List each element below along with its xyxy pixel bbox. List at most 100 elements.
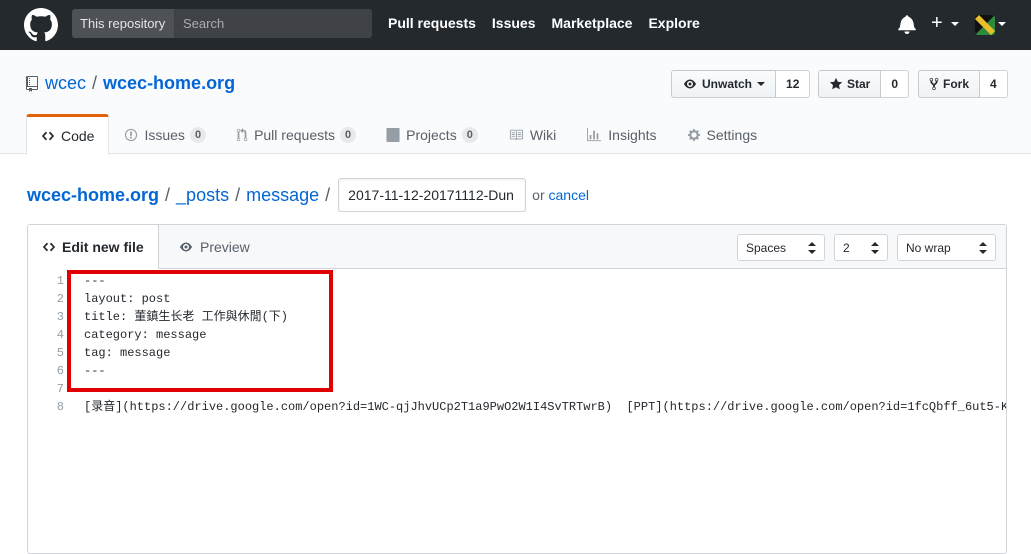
- pull-request-icon: [236, 128, 248, 142]
- star-icon: [829, 77, 843, 90]
- select-arrows-icon: [871, 242, 879, 254]
- breadcrumb-message-link[interactable]: message: [246, 185, 319, 206]
- star-count[interactable]: 0: [881, 70, 910, 98]
- tab-code[interactable]: Code: [26, 114, 110, 155]
- issues-counter: 0: [189, 127, 207, 143]
- nav-issues[interactable]: Issues: [492, 15, 536, 31]
- wrap-mode-select[interactable]: No wrap: [897, 234, 996, 261]
- unwatch-button[interactable]: Unwatch: [671, 70, 777, 98]
- search-scope-label: This repository: [72, 9, 175, 38]
- or-text: or: [532, 187, 545, 203]
- tab-pull-requests-label: Pull requests: [254, 127, 335, 143]
- indent-size-value: 2: [843, 240, 850, 255]
- nav-marketplace[interactable]: Marketplace: [552, 15, 633, 31]
- star-group: Star 0: [818, 70, 910, 98]
- fork-icon: [929, 77, 939, 91]
- indent-mode-value: Spaces: [746, 240, 787, 255]
- code-line: 2 layout: post: [28, 290, 1006, 308]
- tab-edit-new-file[interactable]: Edit new file: [28, 225, 159, 269]
- wrap-mode-value: No wrap: [906, 240, 951, 255]
- tab-issues-label: Issues: [144, 127, 185, 143]
- github-logo-icon[interactable]: [24, 8, 58, 42]
- line-number: 7: [56, 382, 64, 396]
- line-content: ---: [84, 274, 106, 288]
- repo-header: wcec / wcec-home.org Unwatch 12 Star 0 F…: [0, 50, 1031, 155]
- nav-pull-requests[interactable]: Pull requests: [388, 15, 476, 31]
- breadcrumb-separator: /: [165, 184, 171, 205]
- line-number: 6: [56, 364, 64, 378]
- nav-explore[interactable]: Explore: [648, 15, 699, 31]
- create-new-icon[interactable]: +: [931, 11, 943, 35]
- fork-group: Fork 4: [918, 70, 1008, 98]
- unwatch-caret-icon: [757, 82, 766, 86]
- editor-toolbar: Edit new file Preview Spaces 2 No wrap: [28, 225, 1006, 269]
- code-line: 4 category: message: [28, 326, 1006, 344]
- tab-settings-label: Settings: [706, 127, 758, 143]
- line-content: ---: [84, 364, 106, 378]
- cancel-link[interactable]: cancel: [549, 187, 589, 203]
- filename-input[interactable]: [338, 178, 527, 212]
- code-line: 3 title: 董鎮生长老 工作與休閒(下): [28, 308, 1006, 326]
- breadcrumb-posts-link[interactable]: _posts: [176, 185, 229, 206]
- global-nav: Pull requests Issues Marketplace Explore: [388, 15, 700, 31]
- create-new-caret-icon[interactable]: [951, 22, 959, 26]
- notifications-bell-icon[interactable]: [898, 14, 916, 34]
- line-number: 2: [56, 292, 64, 306]
- repo-title-separator: /: [92, 73, 98, 93]
- breadcrumb-repo-link[interactable]: wcec-home.org: [27, 185, 159, 206]
- repo-nav-tabs: Code Issues 0 Pull requests 0 Projects 0…: [26, 114, 773, 155]
- code-line: 8 [录音](https://drive.google.com/open?id=1…: [28, 398, 1007, 416]
- star-label: Star: [847, 77, 871, 91]
- graph-icon: [587, 128, 602, 142]
- book-icon: [509, 129, 523, 141]
- tab-projects[interactable]: Projects 0: [371, 114, 493, 154]
- file-editor: Edit new file Preview Spaces 2 No wrap 1…: [27, 224, 1007, 554]
- tab-settings[interactable]: Settings: [672, 114, 773, 154]
- breadcrumb: wcec-home.org / _posts / message / or ca…: [27, 178, 589, 212]
- or-cancel-text: or cancel: [532, 187, 589, 203]
- code-editor-area[interactable]: 1 --- 2 layout: post 3 title: 董鎮生长老 工作與休閒(下…: [28, 270, 1006, 553]
- site-header: This repository Pull requests Issues Mar…: [0, 0, 1031, 50]
- project-icon: [386, 128, 400, 142]
- fork-button[interactable]: Fork: [918, 70, 981, 98]
- tab-insights[interactable]: Insights: [571, 114, 671, 154]
- code-line: 7: [28, 380, 1006, 398]
- code-line: 6 ---: [28, 362, 1006, 380]
- repo-owner-link[interactable]: wcec: [45, 73, 86, 94]
- star-button[interactable]: Star: [818, 70, 882, 98]
- user-avatar[interactable]: [975, 15, 995, 35]
- fork-count[interactable]: 4: [980, 70, 1008, 98]
- tab-preview[interactable]: Preview: [164, 225, 264, 269]
- avatar-image: [975, 15, 995, 35]
- tab-projects-label: Projects: [406, 127, 457, 143]
- search-input[interactable]: [175, 9, 372, 38]
- line-content: [录音](https://drive.google.com/open?id=1W…: [84, 400, 1007, 414]
- eye-icon: [684, 79, 696, 89]
- code-icon: [41, 131, 55, 140]
- gear-icon: [687, 128, 700, 142]
- indent-size-select[interactable]: 2: [834, 234, 888, 261]
- line-number: 1: [56, 274, 64, 288]
- tab-pull-requests[interactable]: Pull requests 0: [221, 114, 371, 154]
- repo-icon: [26, 75, 38, 92]
- tab-insights-label: Insights: [608, 127, 657, 143]
- watch-count[interactable]: 12: [776, 70, 811, 98]
- unwatch-label: Unwatch: [702, 77, 753, 91]
- user-menu-caret-icon[interactable]: [998, 22, 1006, 26]
- indent-mode-select[interactable]: Spaces: [737, 234, 825, 261]
- code-line: 5 tag: message: [28, 344, 1006, 362]
- select-arrows-icon: [979, 242, 987, 254]
- code-icon: [42, 242, 56, 251]
- line-number: 3: [56, 310, 64, 324]
- issue-icon: [125, 128, 138, 142]
- repo-title: wcec / wcec-home.org: [26, 73, 235, 94]
- tab-code-label: Code: [61, 127, 95, 144]
- line-content: tag: message: [84, 346, 171, 360]
- line-number: 8: [56, 400, 64, 414]
- tab-wiki[interactable]: Wiki: [493, 114, 571, 154]
- line-content: layout: post: [84, 292, 171, 306]
- breadcrumb-separator: /: [325, 184, 331, 205]
- breadcrumb-separator: /: [235, 184, 241, 205]
- repo-name-link[interactable]: wcec-home.org: [103, 73, 235, 94]
- tab-issues[interactable]: Issues 0: [109, 114, 221, 154]
